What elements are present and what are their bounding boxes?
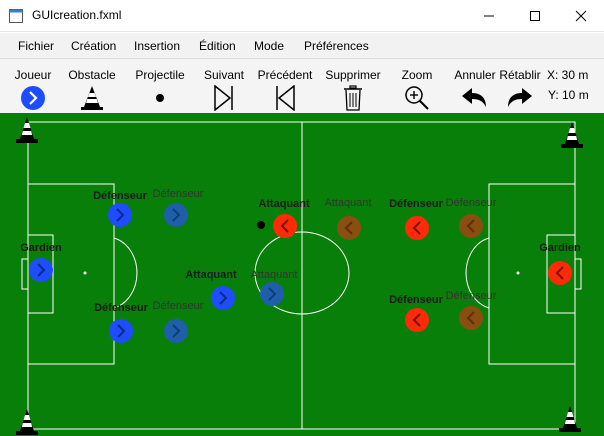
player-circle (459, 306, 483, 330)
left-penalty-spot (83, 271, 87, 275)
next-frame-icon (214, 85, 233, 111)
right-penalty-spot (516, 271, 520, 275)
zoom-icon (405, 86, 429, 110)
tool-label: Suivant (203, 68, 245, 82)
menu-mode[interactable]: Mode (254, 39, 284, 53)
projectile-ball[interactable] (257, 221, 265, 229)
tool-suivant[interactable]: Suivant (202, 59, 246, 113)
tool-label: Précédent (257, 68, 313, 82)
menu-edition[interactable]: Édition (199, 39, 236, 53)
maximize-icon (530, 11, 540, 21)
tool-supprimer[interactable]: Supprimer (324, 59, 384, 113)
player-label: Défenseur (446, 197, 497, 209)
ball-icon (156, 94, 164, 102)
player-label: Défenseur (153, 188, 204, 200)
player-label: Attaquant (250, 269, 297, 281)
menu-creation[interactable]: Création (71, 39, 116, 53)
player-label: Défenseur (153, 300, 204, 312)
menu-bar: Fichier Création Insertion Édition Mode … (0, 33, 604, 59)
minimize-button[interactable] (466, 0, 512, 32)
tool-precedent[interactable]: Précédent (246, 59, 324, 113)
redo-icon (508, 88, 532, 107)
tool-label: Projectile (135, 68, 185, 82)
undo-icon (462, 88, 486, 107)
player-label: Défenseur (389, 294, 444, 306)
player-circle (29, 258, 53, 282)
player-circle (164, 319, 188, 343)
tool-label: Supprimer (325, 68, 381, 82)
player-circle (405, 308, 429, 332)
player-label: Gardien (20, 242, 62, 254)
tool-label: Rétablir (499, 68, 541, 82)
player-label: Attaquant (324, 197, 371, 209)
player-label: Défenseur (94, 302, 149, 314)
player-circle (109, 319, 133, 343)
tool-annuler[interactable]: Annuler (450, 59, 500, 113)
menu-preferences[interactable]: Préférences (304, 39, 369, 53)
minimize-icon (484, 15, 494, 17)
player-label: Défenseur (93, 190, 148, 202)
coord-y: Y: 10 m (548, 88, 589, 102)
coord-x: X: 30 m (547, 68, 589, 82)
close-button[interactable] (558, 0, 604, 32)
tool-label: Obstacle (68, 68, 116, 82)
tool-label: Annuler (454, 68, 496, 82)
tool-zoom[interactable]: Zoom (392, 59, 442, 113)
previous-frame-icon (276, 85, 295, 111)
window-title: GUIcreation.fxml (32, 8, 122, 22)
soccer-field[interactable]: Défenseur DéfenseurGardienDéfenseur Défens… (0, 113, 604, 436)
toolbar: Joueur Obstacle Projectile Suivant Précé… (0, 59, 604, 113)
player-circle (108, 203, 132, 227)
player-label: Attaquant (185, 269, 237, 281)
close-icon (575, 10, 587, 22)
player-circle (164, 203, 188, 227)
title-bar: GUIcreation.fxml (0, 0, 604, 32)
tool-retablir[interactable]: Rétablir (499, 59, 542, 113)
menu-insertion[interactable]: Insertion (134, 39, 180, 53)
player-circle (337, 216, 361, 240)
player-circle (405, 216, 429, 240)
app-icon (9, 9, 23, 23)
tool-label: Joueur (14, 68, 52, 82)
tool-obstacle[interactable]: Obstacle (66, 59, 118, 113)
menu-fichier[interactable]: Fichier (18, 39, 54, 53)
player-circle (548, 261, 572, 285)
player-label: Attaquant (258, 198, 310, 210)
tool-projectile[interactable]: Projectile (118, 59, 202, 113)
player-circle (211, 286, 235, 310)
tool-label: Zoom (401, 68, 433, 82)
player-circle (273, 214, 297, 238)
player-label: Gardien (539, 242, 581, 254)
maximize-button[interactable] (512, 0, 558, 32)
player-circle (459, 214, 483, 238)
cone-icon (81, 86, 103, 110)
tool-joueur[interactable]: Joueur (0, 59, 66, 113)
player-circle (260, 282, 284, 306)
trash-icon (344, 85, 362, 111)
player-icon (21, 86, 45, 110)
player-label: Défenseur (446, 290, 497, 302)
player-label: Défenseur (389, 198, 444, 210)
